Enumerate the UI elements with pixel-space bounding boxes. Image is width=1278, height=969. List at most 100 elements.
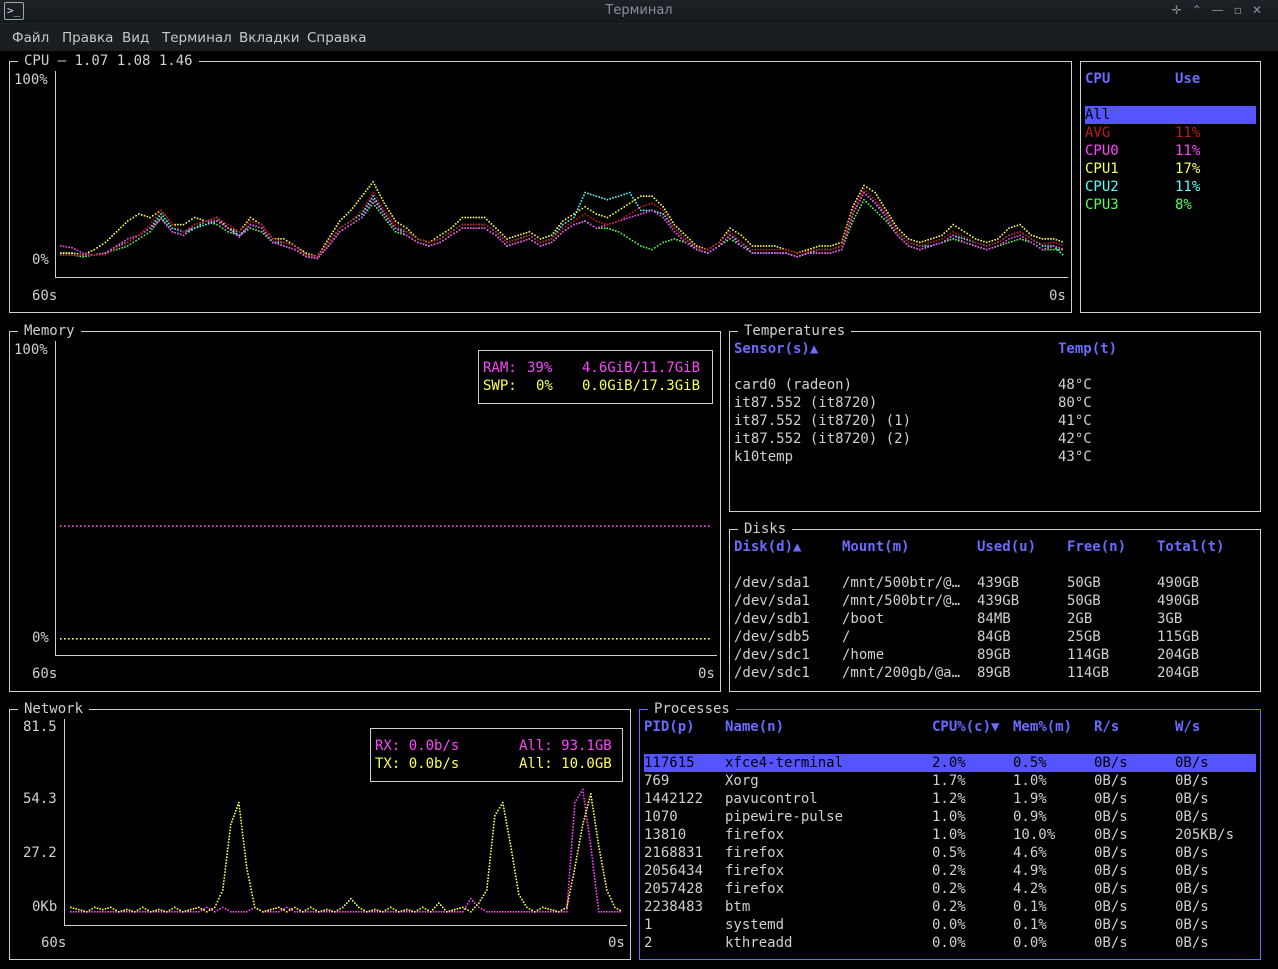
cpu-series-avg-point bbox=[327, 241, 330, 244]
memory-series-point bbox=[544, 638, 546, 640]
cpu-series-cpu1-point bbox=[969, 234, 971, 237]
mem-percent-col-header[interactable]: Mem%(m) bbox=[1013, 718, 1072, 736]
cpu-percent-col-header[interactable]: CPU%(c)▼ bbox=[932, 718, 999, 736]
cpu-series-avg-point bbox=[796, 252, 798, 254]
read-rate-col-header[interactable]: R/s bbox=[1094, 718, 1119, 736]
network-series-rx-point bbox=[219, 908, 221, 910]
cpu-series-cpu1-point bbox=[525, 231, 528, 234]
cpu-row-name[interactable]: CPU1 bbox=[1085, 160, 1119, 178]
cpu-series-avg-point bbox=[517, 238, 519, 240]
cpu-series-cpu0-point bbox=[921, 247, 924, 250]
cpu-series-avg-point bbox=[135, 236, 137, 238]
process-name: pavucontrol bbox=[725, 791, 818, 807]
cpu-series-cpu1-point bbox=[558, 225, 560, 227]
cpu-table-panel[interactable]: CPU Use All AVG 11% CPU0 11% CPU1 17% CPU2 11% CP… bbox=[1080, 61, 1261, 313]
cpu-series-avg-point bbox=[898, 233, 901, 235]
pid-col-header[interactable]: PID(p) bbox=[644, 718, 695, 736]
menu-tabs[interactable]: Вкладки bbox=[239, 30, 300, 46]
network-series-rx-point bbox=[588, 836, 591, 839]
cpu-series-avg-point bbox=[972, 240, 974, 242]
memory-series-point bbox=[376, 525, 378, 527]
write-rate-col-header[interactable]: W/s bbox=[1175, 718, 1200, 736]
sticky-icon[interactable]: ✛ bbox=[1172, 3, 1192, 17]
process-name: xfce4-terminal bbox=[725, 755, 844, 771]
cpu-row-name[interactable]: All bbox=[1085, 106, 1110, 124]
disk-mount: /home bbox=[842, 647, 885, 663]
menu-view[interactable]: Вид bbox=[122, 30, 149, 46]
maximize-icon[interactable]: ▫ bbox=[1234, 3, 1252, 17]
memory-series-point bbox=[428, 638, 430, 640]
cpu-series-avg-point bbox=[405, 231, 408, 233]
memory-series-point bbox=[376, 638, 378, 640]
network-series-tx-point bbox=[96, 907, 99, 909]
memory-series-point bbox=[692, 638, 694, 640]
memory-series-point bbox=[228, 525, 230, 527]
network-series-rx-point bbox=[80, 911, 83, 913]
menu-help[interactable]: Справка bbox=[307, 30, 366, 46]
network-series-rx-point bbox=[603, 911, 605, 913]
menu-terminal[interactable]: Терминал bbox=[162, 30, 232, 46]
network-series-tx-point bbox=[594, 819, 596, 821]
cpu-series-cpu1-point bbox=[96, 247, 98, 249]
network-series-tx-point bbox=[602, 871, 605, 874]
cpu-series-cpu1-point bbox=[564, 218, 567, 221]
cpu-series-avg-point bbox=[481, 223, 483, 226]
network-series-tx-point bbox=[580, 832, 582, 834]
minimize-icon[interactable]: — bbox=[1212, 3, 1234, 17]
cpu-series-avg-point bbox=[1058, 243, 1060, 245]
name-col-header[interactable]: Name(n) bbox=[725, 718, 784, 736]
network-series-rx-point bbox=[299, 911, 301, 913]
window-controls[interactable]: ✛⌃—▫✕ bbox=[1172, 3, 1272, 17]
cpu-series-avg-point bbox=[1038, 242, 1041, 244]
memory-series-point bbox=[432, 525, 434, 527]
cpu-series-cpu0-point bbox=[857, 202, 860, 205]
total-col-header[interactable]: Total(t) bbox=[1157, 538, 1224, 556]
cpu-col-header[interactable]: CPU bbox=[1085, 70, 1110, 88]
cpu-series-avg-point bbox=[147, 226, 149, 228]
cpu-series-avg-point bbox=[525, 235, 528, 237]
network-series-tx-point bbox=[571, 879, 574, 881]
cpu-row-name[interactable]: AVG bbox=[1085, 124, 1110, 142]
cpu-series-avg-point bbox=[1019, 231, 1021, 233]
cpu-row-name[interactable]: CPU0 bbox=[1085, 142, 1119, 160]
network-series-rx-point bbox=[395, 911, 397, 913]
cpu-series-cpu1-point bbox=[439, 234, 441, 237]
cpu-series-avg-point bbox=[303, 252, 305, 254]
cpu-series-cpu1-point bbox=[657, 201, 660, 204]
memory-series-point bbox=[616, 638, 618, 640]
menu-edit[interactable]: Правка bbox=[62, 30, 113, 46]
network-panel[interactable]: Network 81.5 54.3 27.2 0Kb RX: 0.0b/s Al… bbox=[9, 700, 631, 960]
cpu-series-cpu2-point bbox=[156, 217, 159, 220]
network-series-rx-point bbox=[291, 909, 293, 912]
cpu-series-cpu0-point bbox=[374, 201, 376, 203]
processes-panel[interactable]: Processes PID(p) Name(n) CPU%(c)▼ Mem%(m… bbox=[639, 700, 1261, 960]
close-icon[interactable]: ✕ bbox=[1252, 3, 1272, 17]
network-series-rx-point bbox=[203, 908, 205, 910]
network-series-rx-point bbox=[275, 911, 277, 913]
cpu-series-cpu1-point bbox=[143, 214, 146, 217]
network-series-rx-point bbox=[568, 874, 571, 877]
network-series-tx-point bbox=[226, 853, 228, 855]
sensor-col-header[interactable]: Sensor(s)▲ bbox=[734, 340, 818, 358]
temperatures-panel[interactable]: Temperatures Sensor(s)▲ Temp(t) card0 (r… bbox=[729, 322, 1261, 512]
cpu-series-avg-point bbox=[853, 206, 855, 209]
used-col-header[interactable]: Used(u) bbox=[977, 538, 1036, 556]
cpu-row-name[interactable]: CPU2 bbox=[1085, 178, 1119, 196]
cpu-series-avg-point bbox=[813, 249, 815, 252]
menu-file[interactable]: Файл bbox=[12, 30, 49, 46]
temp-col-header[interactable]: Temp(t) bbox=[1058, 340, 1117, 358]
mount-col-header[interactable]: Mount(m) bbox=[842, 538, 909, 556]
memory-panel[interactable]: Memory 100% 0% RAM: 39% 4.6GiB/11.7GiB S… bbox=[9, 322, 721, 692]
cpu-row-name[interactable]: CPU3 bbox=[1085, 196, 1119, 214]
network-series-tx-point bbox=[492, 826, 495, 829]
cpu-series-cpu1-point bbox=[232, 229, 235, 231]
disk-col-header[interactable]: Disk(d)▲ bbox=[734, 538, 801, 556]
free-col-header[interactable]: Free(n) bbox=[1067, 538, 1126, 556]
disks-panel[interactable]: Disks Disk(d)▲ Mount(m) Used(u) Free(n) … bbox=[729, 520, 1261, 692]
network-series-tx-point bbox=[229, 826, 232, 829]
process-pid: 117615 bbox=[644, 755, 695, 771]
cpu-graph-panel[interactable]: CPU — 1.07 1.08 1.46 100% 0% 60s 0s bbox=[9, 52, 1072, 313]
use-col-header[interactable]: Use bbox=[1175, 70, 1200, 88]
cpu-series-avg-point bbox=[1025, 234, 1027, 237]
shade-icon[interactable]: ⌃ bbox=[1192, 3, 1212, 17]
